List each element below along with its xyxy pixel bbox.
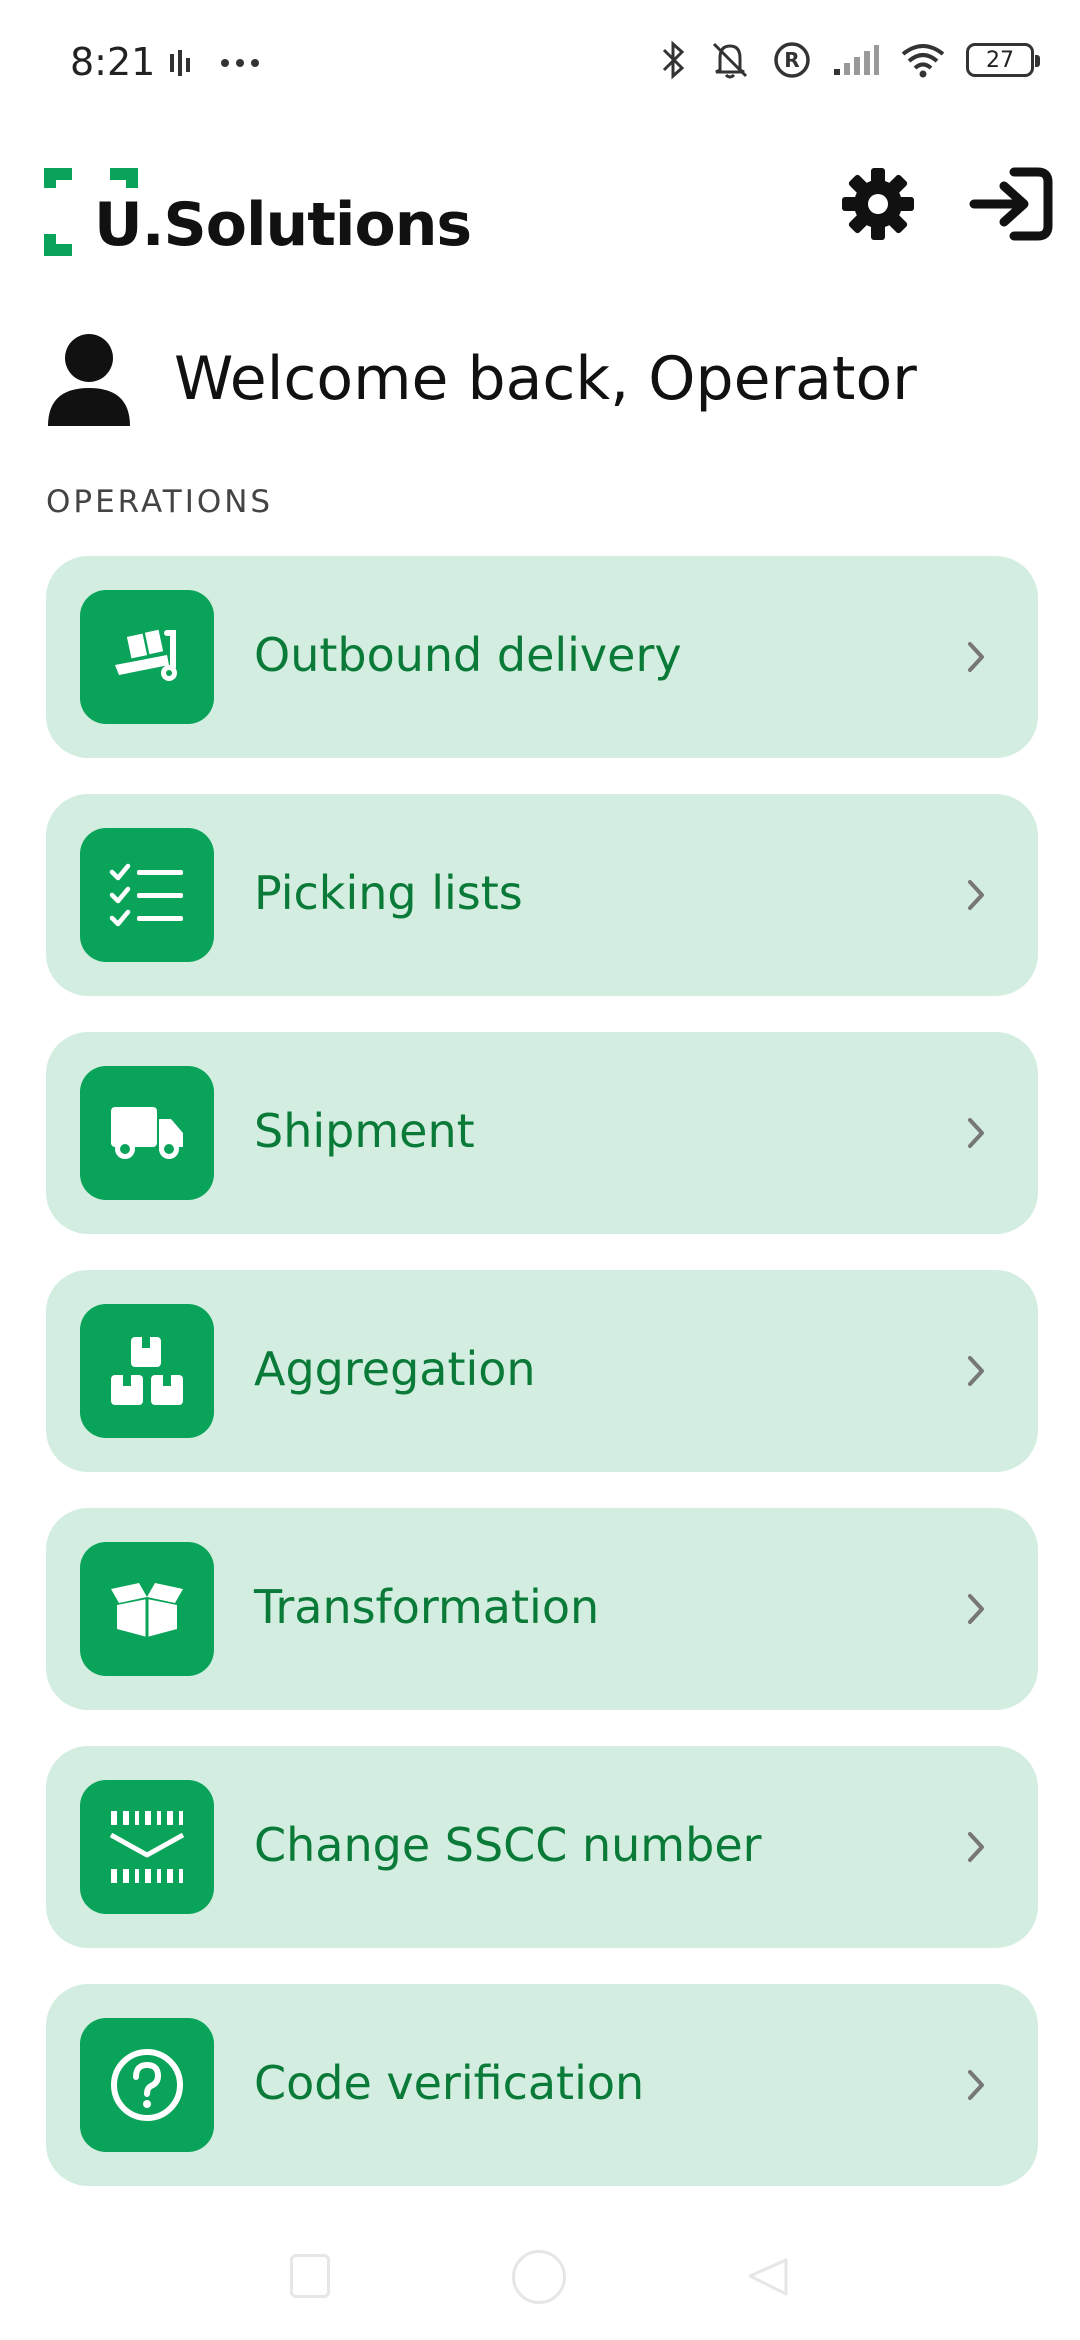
menu-item-code-verification[interactable]: Code verification bbox=[46, 1984, 1038, 2186]
chevron-right-icon bbox=[968, 642, 984, 672]
status-right-icons: R 27 bbox=[660, 40, 1040, 80]
checklist-icon bbox=[109, 863, 183, 927]
menu-item-outbound-delivery[interactable]: Outbound delivery bbox=[46, 556, 1038, 758]
status-left-icons bbox=[168, 48, 260, 78]
brand-logo: U.Solutions bbox=[44, 154, 472, 260]
hand-truck-icon bbox=[115, 629, 177, 681]
welcome-text: Welcome back, Operator bbox=[174, 344, 917, 414]
menu-item-picking-lists[interactable]: Picking lists bbox=[46, 794, 1038, 996]
menu-icon-box bbox=[80, 1542, 214, 1676]
menu-item-shipment[interactable]: Shipment bbox=[46, 1032, 1038, 1234]
menu-icon-box bbox=[80, 2018, 214, 2152]
menu-item-label: Picking lists bbox=[254, 866, 523, 920]
app-header: U.Solutions bbox=[0, 140, 1080, 260]
chevron-right-icon bbox=[968, 1356, 984, 1386]
user-icon bbox=[48, 334, 130, 426]
settings-button[interactable] bbox=[838, 164, 918, 244]
system-nav-bar bbox=[0, 2230, 1080, 2340]
section-label: OPERATIONS bbox=[46, 484, 274, 520]
menu-item-transformation[interactable]: Transformation bbox=[46, 1508, 1038, 1710]
menu-item-label: Aggregation bbox=[254, 1342, 536, 1396]
menu-item-aggregation[interactable]: Aggregation bbox=[46, 1270, 1038, 1472]
home-button[interactable] bbox=[512, 2250, 566, 2304]
open-box-icon bbox=[111, 1583, 183, 1637]
operations-menu: Outbound delivery Picking lists Shipment… bbox=[46, 556, 1038, 2222]
barcode-icon bbox=[109, 1811, 185, 1883]
gear-icon bbox=[842, 168, 914, 240]
chevron-right-icon bbox=[968, 1118, 984, 1148]
wifi-icon bbox=[901, 44, 945, 78]
logout-icon bbox=[969, 167, 1053, 241]
boxes-icon bbox=[111, 1337, 183, 1405]
signal-wave-icon bbox=[170, 50, 190, 76]
more-dots-icon bbox=[221, 59, 259, 67]
menu-item-label: Shipment bbox=[254, 1104, 475, 1158]
welcome-banner: Welcome back, Operator bbox=[46, 330, 1046, 430]
menu-item-label: Change SSCC number bbox=[254, 1818, 762, 1872]
menu-item-label: Transformation bbox=[254, 1580, 600, 1634]
chevron-right-icon bbox=[968, 880, 984, 910]
brand-name: U.Solutions bbox=[94, 190, 472, 260]
truck-icon bbox=[111, 1107, 183, 1159]
question-icon bbox=[111, 2049, 183, 2121]
logout-button[interactable] bbox=[968, 164, 1054, 244]
bell-muted-icon bbox=[712, 42, 748, 79]
menu-icon-box bbox=[80, 1780, 214, 1914]
status-time: 8:21 bbox=[70, 40, 156, 84]
bluetooth-icon bbox=[662, 40, 685, 80]
back-button[interactable] bbox=[746, 2254, 790, 2298]
battery-indicator: 27 bbox=[966, 43, 1040, 77]
cellular-signal-icon bbox=[834, 45, 879, 75]
menu-item-label: Code verification bbox=[254, 2056, 645, 2110]
chevron-right-icon bbox=[968, 1594, 984, 1624]
chevron-right-icon bbox=[968, 1832, 984, 1862]
registered-icon: R bbox=[774, 42, 810, 78]
menu-item-change-sscc-number[interactable]: Change SSCC number bbox=[46, 1746, 1038, 1948]
svg-text:R: R bbox=[784, 48, 799, 72]
status-bar: 8:21 R 27 bbox=[0, 0, 1080, 130]
recent-apps-button[interactable] bbox=[290, 2254, 330, 2298]
menu-icon-box bbox=[80, 828, 214, 962]
menu-icon-box bbox=[80, 590, 214, 724]
menu-icon-box bbox=[80, 1304, 214, 1438]
chevron-right-icon bbox=[968, 2070, 984, 2100]
menu-icon-box bbox=[80, 1066, 214, 1200]
menu-item-label: Outbound delivery bbox=[254, 628, 682, 682]
